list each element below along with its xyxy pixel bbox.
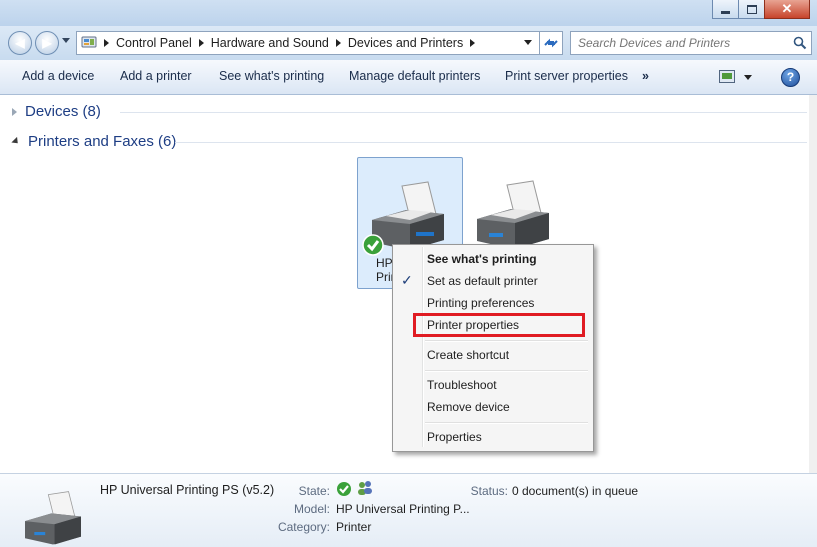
menu-item-troubleshoot[interactable]: Troubleshoot — [427, 378, 497, 392]
devices-group-title: Devices (8) — [25, 103, 101, 120]
title-bar: ✕ — [0, 0, 817, 26]
address-dropdown-button[interactable] — [524, 40, 532, 45]
back-button[interactable]: ◀ — [8, 31, 32, 55]
collapse-arrow-icon — [11, 136, 21, 147]
breadcrumb-separator-icon — [470, 39, 476, 47]
annotation-highlight-box — [413, 313, 585, 337]
devices-group-header[interactable]: Devices (8) — [12, 103, 807, 123]
breadcrumb[interactable]: Control Panel Hardware and Sound Devices… — [76, 31, 540, 55]
maximize-icon — [746, 4, 757, 14]
search-box[interactable] — [570, 31, 812, 55]
add-a-device-button[interactable]: Add a device — [22, 69, 94, 83]
command-bar: Add a device Add a printer See what's pr… — [0, 60, 817, 95]
group-divider — [175, 142, 807, 143]
model-value: HP Universal Printing P... — [336, 502, 470, 516]
status-value: 0 document(s) in queue — [512, 484, 639, 498]
crumb-devices-and-printers[interactable]: Devices and Printers — [348, 36, 463, 50]
refresh-button[interactable] — [539, 31, 563, 55]
state-label: State: — [298, 484, 330, 498]
search-icon[interactable] — [793, 36, 807, 50]
address-row: ◀ ▶ Control Panel Hardware and Sound Dev… — [0, 26, 817, 60]
chevron-down-icon — [62, 38, 70, 43]
printers-group-header[interactable]: Printers and Faxes (6) — [11, 133, 807, 153]
print-server-properties-button[interactable]: Print server properties — [505, 69, 628, 83]
crumb-hardware-and-sound[interactable]: Hardware and Sound — [211, 36, 329, 50]
search-input[interactable] — [571, 35, 790, 51]
add-a-printer-button[interactable]: Add a printer — [120, 69, 192, 83]
menu-gutter — [422, 247, 424, 447]
menu-item-set-as-default-printer[interactable]: Set as default printer — [427, 274, 538, 288]
checkmark-icon: ✓ — [401, 272, 413, 288]
breadcrumb-separator-icon — [104, 39, 109, 47]
chevron-down-icon — [744, 75, 752, 80]
group-divider — [120, 112, 807, 113]
default-printer-check-icon — [362, 234, 384, 256]
minimize-icon — [721, 10, 730, 14]
menu-item-remove-device[interactable]: Remove device — [427, 400, 510, 414]
forward-button[interactable]: ▶ — [35, 31, 59, 55]
vertical-scrollbar[interactable] — [809, 95, 817, 473]
recent-pages-dropdown[interactable] — [62, 38, 70, 43]
back-arrow-icon: ◀ — [15, 36, 25, 50]
menu-separator — [425, 370, 588, 372]
menu-item-properties[interactable]: Properties — [427, 430, 482, 444]
breadcrumb-separator-icon — [198, 39, 204, 47]
view-icon — [719, 70, 735, 83]
menu-separator — [425, 340, 588, 342]
shared-users-icon — [358, 481, 372, 495]
see-whats-printing-button[interactable]: See what's printing — [219, 69, 324, 83]
help-icon: ? — [786, 70, 795, 84]
close-button[interactable]: ✕ — [764, 0, 810, 19]
printer-large-icon — [25, 491, 81, 545]
menu-item-see-whats-printing[interactable]: See what's printing — [427, 252, 537, 266]
device-name: HP Universal Printing PS (v5.2) — [100, 483, 275, 497]
change-view-button[interactable] — [719, 70, 735, 86]
menu-separator — [425, 422, 588, 424]
close-icon: ✕ — [781, 1, 793, 16]
menu-item-create-shortcut[interactable]: Create shortcut — [427, 348, 509, 362]
control-panel-icon — [81, 36, 97, 50]
forward-arrow-icon: ▶ — [42, 36, 52, 50]
breadcrumb-separator-icon — [335, 39, 341, 47]
category-value: Printer — [336, 520, 372, 534]
expand-arrow-icon — [12, 107, 17, 116]
details-pane: HP Universal Printing PS (v5.2) State: M… — [0, 473, 817, 547]
category-label: Category: — [277, 520, 330, 534]
crumb-control-panel[interactable]: Control Panel — [116, 36, 192, 50]
view-options-dropdown[interactable] — [744, 75, 752, 80]
printer-icon — [477, 180, 549, 249]
help-button[interactable]: ? — [781, 68, 800, 87]
maximize-button[interactable] — [738, 0, 765, 19]
minimize-button[interactable] — [712, 0, 739, 19]
model-label: Model: — [293, 502, 330, 516]
chevron-down-icon — [524, 40, 532, 45]
refresh-icon — [544, 38, 558, 48]
menu-item-printing-preferences[interactable]: Printing preferences — [427, 296, 534, 310]
status-label: Status: — [470, 484, 508, 498]
more-commands-button[interactable]: » — [642, 69, 649, 83]
printers-group-title: Printers and Faxes (6) — [28, 133, 177, 150]
status-ok-icon — [337, 482, 351, 496]
context-menu: See what's printing ✓ Set as default pri… — [392, 244, 594, 452]
manage-default-printers-button[interactable]: Manage default printers — [349, 69, 480, 83]
